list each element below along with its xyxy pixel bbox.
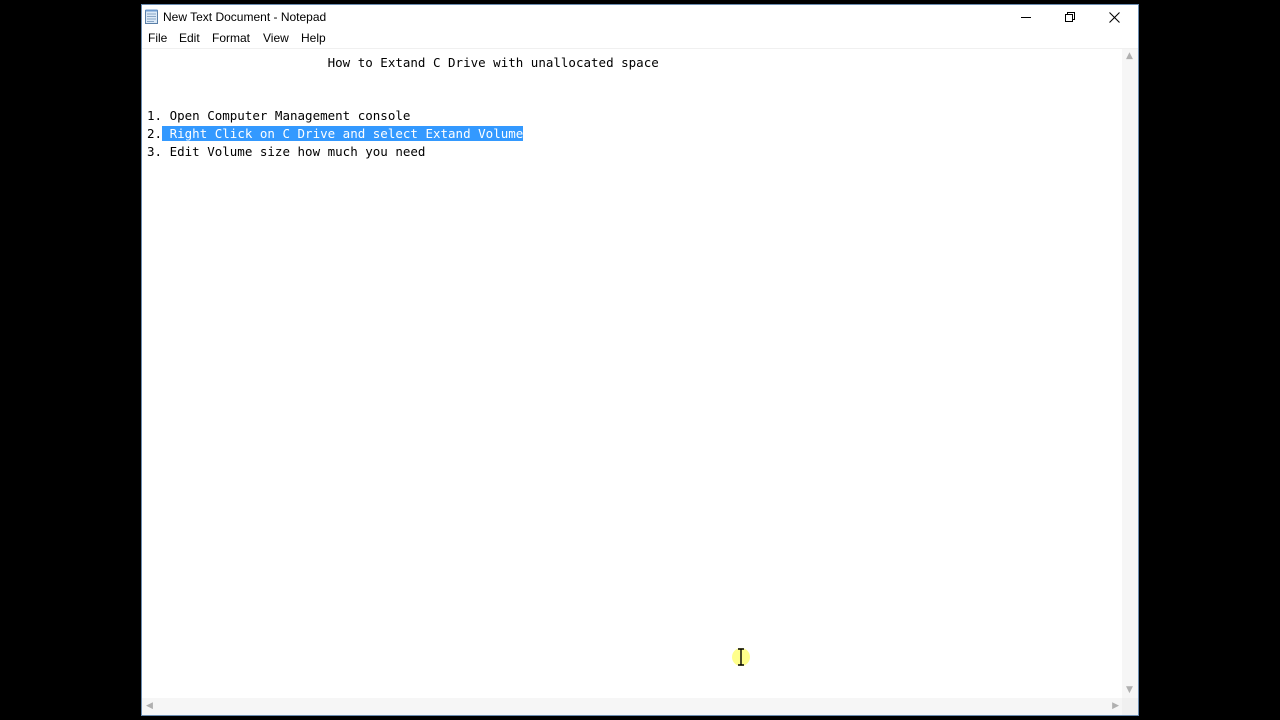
menu-edit[interactable]: Edit [178, 31, 201, 45]
document-heading-line: How to Extand C Drive with unallocated s… [147, 55, 659, 70]
minimize-button[interactable] [1004, 5, 1048, 29]
scroll-left-icon[interactable]: ◀ [146, 701, 153, 711]
scroll-down-icon[interactable]: ▼ [1126, 685, 1133, 695]
menu-view[interactable]: View [262, 31, 290, 45]
notepad-icon [145, 9, 158, 24]
scroll-up-icon[interactable]: ▲ [1126, 51, 1133, 61]
step-1-line: 1. Open Computer Management console [147, 108, 411, 123]
window-title: New Text Document - Notepad [163, 10, 327, 24]
close-button[interactable] [1092, 5, 1136, 29]
title-bar[interactable]: New Text Document - Notepad [142, 5, 1138, 29]
horizontal-scrollbar[interactable]: ◀ ▶ [142, 698, 1123, 715]
menu-format[interactable]: Format [211, 31, 251, 45]
minimize-icon [1021, 17, 1031, 18]
step-2-number: 2. [147, 126, 163, 141]
selected-text: Right Click on C Drive and select Extand… [162, 126, 524, 141]
restore-icon [1065, 12, 1075, 22]
step-2-line: 2. Right Click on C Drive and select Ext… [147, 125, 524, 143]
restore-button[interactable] [1048, 5, 1092, 29]
notepad-window: New Text Document - Notepad File Edit Fo… [141, 4, 1139, 716]
ibeam-cursor-icon [732, 648, 750, 666]
close-icon [1108, 11, 1120, 23]
menu-help[interactable]: Help [300, 31, 327, 45]
text-editor-area[interactable]: How to Extand C Drive with unallocated s… [142, 49, 1123, 699]
scrollbar-corner [1122, 698, 1138, 715]
scroll-right-icon[interactable]: ▶ [1112, 701, 1119, 711]
step-3-line: 3. Edit Volume size how much you need [147, 144, 426, 159]
vertical-scrollbar[interactable]: ▲ ▼ [1122, 49, 1138, 699]
menu-bar: File Edit Format View Help [142, 29, 1138, 49]
menu-file[interactable]: File [147, 31, 168, 45]
